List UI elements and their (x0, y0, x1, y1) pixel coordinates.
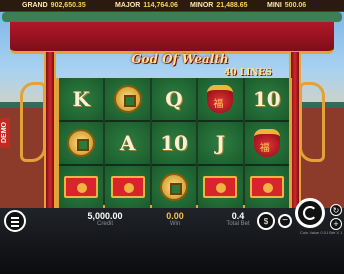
autoplay-icon: ↻ (332, 205, 340, 215)
money-bag-icon (207, 85, 234, 113)
coins-icon: $ (263, 216, 269, 226)
jackpot-minor: MINOR 21,488.65 (190, 2, 248, 9)
reel-cell (198, 78, 243, 120)
reel: A (105, 78, 150, 208)
coins-button[interactable]: $ (257, 212, 275, 230)
reel-cell (244, 166, 289, 208)
jackpot-grand: GRAND 902,650.35 (22, 2, 86, 9)
gold-coin-icon (113, 85, 142, 113)
bet-display: 0.4 Total Bet (222, 211, 254, 227)
reels: K A Q 10 J 10 (58, 78, 290, 208)
credit-display: 5,000.00 Credit (80, 211, 130, 227)
spin-icon (303, 206, 317, 220)
letter-symbol: K (72, 87, 90, 111)
reel-cell: Q (151, 78, 197, 120)
reel-cell: J (198, 122, 243, 164)
reel-cell (151, 166, 197, 208)
bet-value: 0.4 (231, 211, 245, 221)
red-envelope-icon (203, 176, 238, 198)
temple-roof (2, 12, 342, 54)
reel: K (59, 78, 104, 208)
reel-cell (198, 166, 243, 208)
win-value: 0.00 (166, 211, 184, 221)
credit-label: Credit (96, 221, 113, 227)
letter-symbol: 10 (252, 87, 281, 111)
letter-symbol: J (215, 131, 226, 155)
reel-cell (59, 122, 104, 164)
reel-cell: 10 (244, 78, 289, 120)
gold-coin-icon (159, 173, 188, 201)
reel-cell (244, 122, 289, 164)
gold-coin-icon (67, 129, 96, 157)
reel-cell: A (105, 122, 150, 164)
red-envelope-icon (249, 176, 284, 198)
reel-cell: K (59, 78, 104, 120)
dragon-decoration (20, 82, 46, 162)
decrease-bet-button[interactable]: − (278, 214, 292, 228)
increase-bet-button[interactable]: + (330, 218, 342, 230)
reel: Q 10 (151, 78, 197, 208)
plus-icon: + (333, 219, 339, 229)
control-bar: 5,000.00 Credit 0.00 Win 0.4 Total Bet $… (0, 198, 344, 274)
red-envelope-icon (64, 176, 99, 198)
coin-info: Coin Value 0.01 Bet X 1 (300, 230, 343, 235)
menu-button[interactable] (4, 210, 26, 232)
dragon-decoration (299, 82, 325, 162)
jackpot-mini: MINI 500.06 (267, 2, 307, 9)
hamburger-icon (11, 217, 19, 219)
reel-cell (105, 78, 150, 120)
reel-cell: 10 (151, 122, 197, 164)
letter-symbol: Q (165, 87, 183, 111)
demo-badge[interactable]: DEMO (0, 118, 10, 148)
reel: J (198, 78, 243, 208)
credit-value: 5,000.00 (87, 211, 123, 221)
win-label: Win (169, 221, 181, 227)
reel: 10 (244, 78, 289, 208)
bet-label: Total Bet (226, 221, 250, 227)
money-bag-icon (253, 129, 280, 157)
spin-button[interactable] (295, 198, 325, 228)
reel-cell (59, 166, 104, 208)
reel-cell (105, 166, 150, 208)
minus-icon: − (282, 215, 288, 226)
jackpot-bar: GRAND 902,650.35 MAJOR 114,764.06 MINOR 21,… (0, 0, 344, 12)
autoplay-button[interactable]: ↻ (330, 204, 342, 216)
jackpot-major: MAJOR 114,764.06 (115, 2, 178, 9)
win-display: 0.00 Win (160, 211, 190, 227)
red-envelope-icon (110, 176, 145, 198)
letter-symbol: 10 (160, 131, 188, 155)
letter-symbol: A (119, 131, 136, 155)
